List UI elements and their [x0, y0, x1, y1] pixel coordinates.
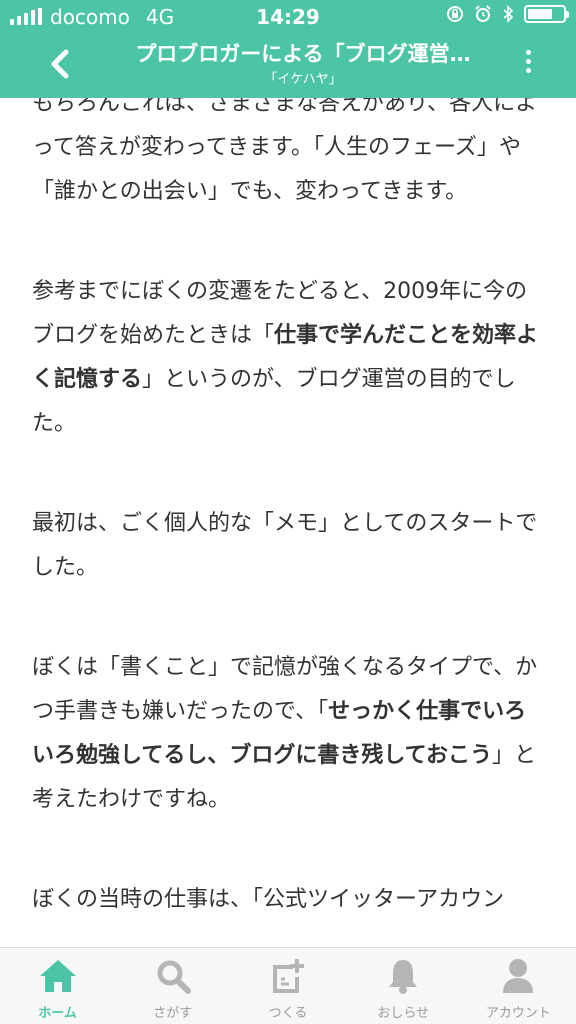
person-icon — [498, 956, 538, 996]
more-vertical-icon — [525, 48, 531, 75]
home-icon — [38, 956, 78, 996]
tab-search[interactable]: さがす — [115, 948, 230, 1024]
status-right — [446, 5, 569, 23]
bell-icon — [383, 956, 423, 996]
search-icon — [153, 956, 193, 996]
back-button[interactable] — [34, 38, 86, 90]
tab-label: つくる — [268, 1006, 308, 1021]
tab-home[interactable]: ホーム — [0, 948, 115, 1024]
tab-account[interactable]: アカウント — [461, 948, 576, 1024]
battery-icon — [524, 5, 569, 23]
bottom-tab-bar: ホーム さがす つくる おしらせ アカウント — [0, 947, 576, 1024]
paragraph-text: 最初は、ごく個人的な「メモ」としてのスタートでした。 — [32, 511, 538, 580]
tab-label: アカウント — [485, 1006, 551, 1021]
tab-create[interactable]: つくる — [230, 948, 345, 1024]
article-scroll-area[interactable]: もちろんこれは、さまざまな答えがあり、各人によって答えが変わってきます。「人生の… — [0, 0, 576, 948]
paragraph-text: もちろんこれは、さまざまな答えがあり、各人によって答えが変わってきます。「人生の… — [32, 91, 538, 204]
status-bar: docomo 4G 14:29 — [0, 0, 576, 34]
chevron-left-icon — [51, 49, 69, 79]
rotation-lock-icon — [447, 6, 463, 22]
alarm-icon — [475, 5, 491, 22]
app-header: docomo 4G 14:29 プロブロガーによる「ブログ運営… 「イケハヤ」 — [0, 0, 576, 98]
page-title: プロブロガーによる「ブログ運営… — [135, 42, 471, 66]
article-paragraph: もちろんこれは、さまざまな答えがあり、各人によって答えが変わってきます。「人生の… — [32, 82, 546, 214]
more-menu-button[interactable] — [518, 48, 538, 84]
tab-label: おしらせ — [377, 1006, 430, 1021]
article-body: もちろんこれは、さまざまな答えがあり、各人によって答えが変わってきます。「人生の… — [32, 82, 546, 948]
article-paragraph: 最初は、ごく個人的な「メモ」としてのスタートでした。 — [32, 502, 546, 590]
compose-icon — [268, 956, 308, 996]
tab-notifications[interactable]: おしらせ — [346, 948, 461, 1024]
bluetooth-icon — [503, 5, 514, 23]
header-title-area: プロブロガーによる「ブログ運営… 「イケハヤ」 — [100, 40, 506, 88]
blog-name: 「イケハヤ」 — [264, 72, 342, 87]
paragraph-text: ぼくの当時の仕事は、「公式ツイッターアカウン — [32, 887, 505, 912]
article-paragraph: 参考までにぼくの変遷をたどると、2009年に今のブログを始めたときは「仕事で学ん… — [32, 270, 546, 446]
article-paragraph: ぼくは「書くこと」で記憶が強くなるタイプで、かつ手書きも嫌いだったので、「せっか… — [32, 646, 546, 822]
tab-label: ホーム — [38, 1006, 77, 1021]
article-paragraph: ぼくの当時の仕事は、「公式ツイッターアカウン — [32, 878, 546, 922]
tab-label: さがす — [153, 1006, 193, 1021]
